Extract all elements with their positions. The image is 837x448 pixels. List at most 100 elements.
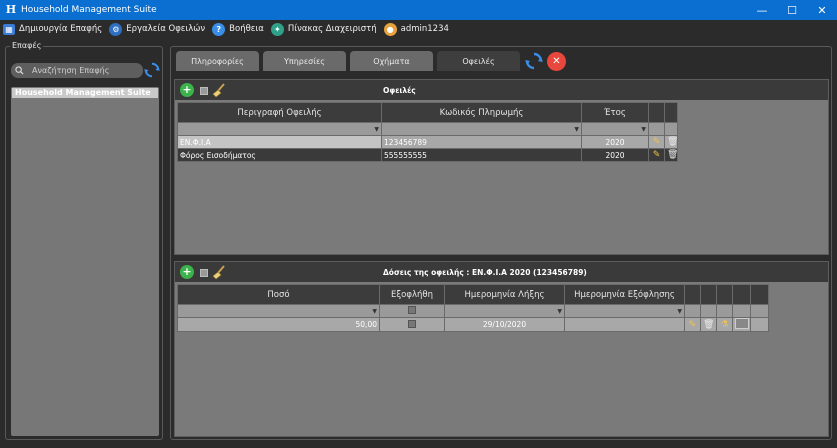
trash-icon: 🗑 [703,319,715,330]
filter-empty [664,122,678,136]
year[interactable]: 2020 [581,148,649,162]
add-installment-button[interactable]: + [180,265,194,279]
tab-info[interactable]: Πληροφορίες [176,51,259,71]
user-icon: ● [383,22,397,36]
close-icon: ✕ [552,56,561,67]
contact-card-icon: ▦ [3,23,15,35]
menu-user-label: admin1234 [400,24,449,34]
menu-admin-panel-label: Πίνακας Διαχειριστή [287,24,377,34]
select-all-debts-checkbox[interactable] [200,87,208,95]
amount[interactable]: 50,00 [177,317,380,332]
dropdown-arrow-icon: ▼ [372,307,377,315]
payment-code[interactable]: 555555555 [381,148,582,162]
help-icon: ? [212,22,226,36]
dropdown-arrow-icon: ▼ [641,125,646,133]
select-all-installments-checkbox[interactable] [200,269,208,277]
trash-icon: 🗑 [667,150,678,160]
col-paid[interactable]: Εξοφλήθη [379,284,445,305]
installments-title: Δόσεις της οφειλής : ΕΝ.Φ.Ι.Α 2020 (1234… [383,268,587,277]
menu-help-label: Βοήθεια [229,24,264,34]
row-extra [750,317,769,332]
clear-filter-icon[interactable] [211,264,227,280]
col-debt-description[interactable]: Περιγραφή Οφειλής [177,102,382,123]
table-row[interactable]: 50,00 29/10/2020 ✎ 🗑 ⚗ [177,317,769,332]
tools-icon: ⚙ [109,22,123,36]
debts-panel: + Οφειλές Περιγραφή Οφειλής Κωδικός Πληρ… [174,79,829,255]
tree-node-root[interactable]: Household Management Suite [12,88,158,98]
filter-year[interactable]: ▼ [581,122,649,136]
table-row[interactable]: ΕΝ.Φ.Ι.Α 123456789 2020 ✎ 🗑 [177,135,678,149]
col-delete [664,102,678,123]
add-debt-button[interactable]: + [180,83,194,97]
paid-date[interactable] [564,317,685,332]
col-due-date[interactable]: Ημερομηνία Λήξης [444,284,565,305]
delete-debt-button[interactable]: 🗑 [664,135,678,149]
filter-empty [700,304,717,318]
col-year[interactable]: Έτος [581,102,649,123]
payment-code[interactable]: 123456789 [381,135,582,149]
search-placeholder: Αναζήτηση Επαφής [32,66,110,75]
filter-empty [732,304,751,318]
menu-create-contact[interactable]: ▦ Δημιουργία Επαφής [3,23,102,35]
filter-paid[interactable] [379,304,445,318]
menu-bar: ▦ Δημιουργία Επαφής ⚙ Εργαλεία Οφειλών ?… [0,20,837,38]
app-logo-icon: H [5,3,17,16]
installments-panel: + Δόσεις της οφειλής : ΕΝ.Φ.Ι.Α 2020 (12… [174,261,829,437]
edit-debt-button[interactable]: ✎ [648,148,665,162]
maximize-button[interactable]: ☐ [777,0,807,20]
contact-search-input[interactable]: Αναζήτηση Επαφής [11,63,143,78]
contacts-tree[interactable]: Household Management Suite [11,87,159,436]
col-paid-date[interactable]: Ημερομηνία Εξόφλησης [564,284,685,305]
table-row[interactable]: Φόρος Εισοδήματος 555555555 2020 ✎ 🗑 [177,148,678,162]
menu-admin-panel[interactable]: ✦ Πίνακας Διαχειριστή [270,22,377,36]
minimize-button[interactable]: — [747,0,777,20]
col-amount[interactable]: Ποσό [177,284,380,305]
admin-panel-icon: ✦ [270,22,284,36]
dropdown-arrow-icon: ▼ [557,307,562,315]
debts-filter-row: ▼ ▼ ▼ [177,122,678,136]
pay-installment-button[interactable]: ⚗ [716,317,733,332]
tab-strip: Πληροφορίες Υπηρεσίες Οχήματα Οφειλές [176,51,524,71]
year[interactable]: 2020 [581,135,649,149]
col-extra [750,284,769,305]
debt-description[interactable]: Φόρος Εισοδήματος [177,148,382,162]
edit-debt-button[interactable]: ✎ [648,135,665,149]
col-edit [684,284,701,305]
select-row-button[interactable] [732,317,751,332]
debts-table: Περιγραφή Οφειλής Κωδικός Πληρωμής Έτος … [177,102,678,162]
checkbox-icon [408,306,416,314]
clear-filter-icon[interactable] [211,82,227,98]
menu-user[interactable]: ● admin1234 [383,22,449,36]
pencil-icon: ✎ [688,319,697,330]
close-window-button[interactable]: ✕ [807,0,837,20]
debt-description[interactable]: ΕΝ.Φ.Ι.Α [177,135,382,149]
installments-table: Ποσό Εξοφλήθη Ημερομηνία Λήξης Ημερομηνί… [177,284,769,332]
menu-help[interactable]: ? Βοήθεια [212,22,264,36]
window-title: Household Management Suite [21,5,157,15]
pencil-icon: ✎ [652,137,661,147]
filter-payment-code[interactable]: ▼ [381,122,582,136]
contacts-legend: Επαφές [10,41,44,50]
filter-paid-date[interactable]: ▼ [564,304,685,318]
close-tab-button[interactable]: ✕ [547,52,566,71]
dropdown-arrow-icon: ▼ [677,307,682,315]
filter-empty [716,304,733,318]
tab-vehicles[interactable]: Οχήματα [350,51,433,71]
tab-services[interactable]: Υπηρεσίες [263,51,346,71]
tab-debts[interactable]: Οφειλές [437,51,520,71]
filter-due-date[interactable]: ▼ [444,304,565,318]
filter-description[interactable]: ▼ [177,122,382,136]
refresh-contacts-icon[interactable] [143,61,161,79]
delete-installment-button[interactable]: 🗑 [700,317,717,332]
col-edit [648,102,665,123]
paid-checkbox[interactable] [379,317,445,332]
delete-debt-button[interactable]: 🗑 [664,148,678,162]
due-date[interactable]: 29/10/2020 [444,317,565,332]
edit-installment-button[interactable]: ✎ [684,317,701,332]
col-select [732,284,751,305]
col-payment-code[interactable]: Κωδικός Πληρωμής [381,102,582,123]
menu-debt-tools[interactable]: ⚙ Εργαλεία Οφειλών [109,22,205,36]
search-icon [15,66,24,75]
filter-amount[interactable]: ▼ [177,304,380,318]
refresh-icon[interactable] [524,51,544,71]
